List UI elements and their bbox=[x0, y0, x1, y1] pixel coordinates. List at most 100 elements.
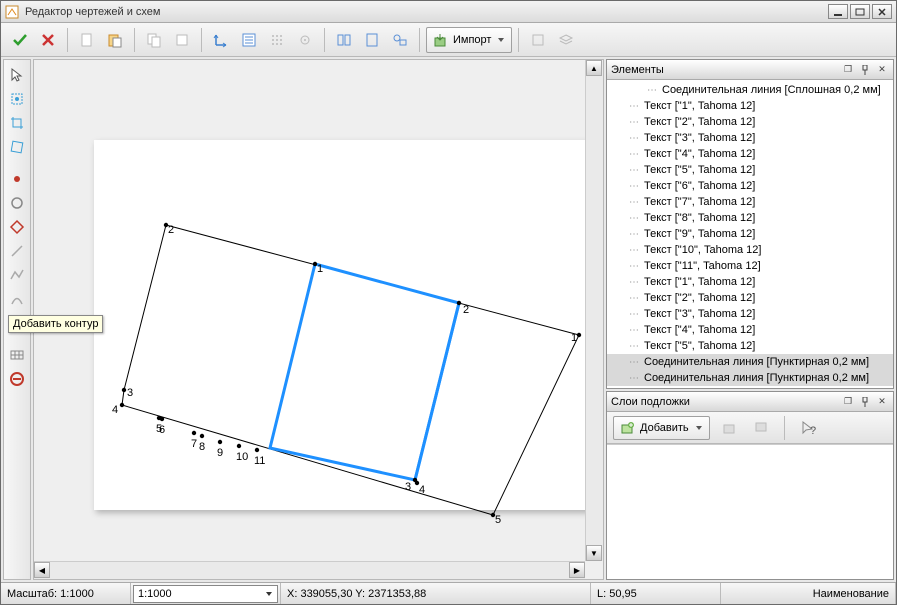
layer-up-button[interactable] bbox=[716, 415, 742, 441]
table-tool[interactable] bbox=[6, 344, 28, 366]
line-tool[interactable] bbox=[6, 240, 28, 262]
tree-row[interactable]: ⋯Текст ["1", Tahoma 12] bbox=[607, 98, 893, 114]
tree-connector-icon: ⋯ bbox=[629, 229, 638, 240]
scroll-left-icon[interactable]: ◀ bbox=[34, 562, 50, 578]
canvas-area[interactable]: 123455678910111234 ▲ ▼ ◀ ▶ bbox=[33, 59, 604, 580]
tree-item-label: Текст ["5", Tahoma 12] bbox=[644, 340, 755, 352]
svg-text:2: 2 bbox=[463, 304, 469, 316]
rotate-crop-tool[interactable] bbox=[6, 136, 28, 158]
layers-stack-button[interactable] bbox=[553, 27, 579, 53]
tree-row[interactable]: ⋯Соединительная линия [Пунктирная 0,2 мм… bbox=[607, 354, 893, 370]
tree-row[interactable]: ⋯Текст ["8", Tahoma 12] bbox=[607, 210, 893, 226]
copy2-button[interactable] bbox=[169, 27, 195, 53]
status-name-label: Наименование bbox=[721, 583, 896, 604]
body: Добавить контур 123455678910111234 ▲ ▼ ◀… bbox=[1, 57, 896, 582]
svg-text:3: 3 bbox=[127, 387, 133, 399]
polyline-tool[interactable] bbox=[6, 264, 28, 286]
svg-text:3: 3 bbox=[405, 481, 411, 493]
add-layer-dropdown[interactable]: Добавить bbox=[613, 416, 710, 440]
vertical-scrollbar[interactable]: ▲ ▼ bbox=[585, 60, 603, 561]
minimize-button[interactable] bbox=[828, 4, 848, 19]
horizontal-scrollbar[interactable]: ◀ ▶ bbox=[34, 561, 585, 579]
tree-row[interactable]: ⋯ Текст ["10", Tahoma 12] bbox=[607, 242, 893, 258]
panel-close-icon[interactable]: ✕ bbox=[875, 63, 889, 77]
panel-undock-icon[interactable]: ❐ bbox=[841, 395, 855, 409]
tree-row[interactable]: ⋯Текст ["4", Tahoma 12] bbox=[607, 322, 893, 338]
panel-pin-icon[interactable] bbox=[858, 395, 872, 409]
crop-tool[interactable] bbox=[6, 112, 28, 134]
tooltip-text: Добавить контур bbox=[13, 318, 98, 330]
status-coords: X: 339055,30 Y: 2371353,88 bbox=[281, 583, 591, 604]
layout-doc-button[interactable] bbox=[359, 27, 385, 53]
tree-row[interactable]: ⋯Текст ["6", Tahoma 12] bbox=[607, 178, 893, 194]
shapes-button[interactable] bbox=[387, 27, 413, 53]
tree-connector-icon: ⋯ bbox=[629, 245, 638, 256]
contour-tool[interactable] bbox=[6, 216, 28, 238]
tree-row[interactable]: ⋯Текст ["9", Tahoma 12] bbox=[607, 226, 893, 242]
maximize-button[interactable] bbox=[850, 4, 870, 19]
elements-tree[interactable]: ⋯Соединительная линия [Сплошная 0,2 мм]⋯… bbox=[607, 80, 893, 388]
status-scale-combo[interactable]: 1:1000 bbox=[131, 583, 281, 604]
layer-help-button[interactable]: ? bbox=[795, 415, 821, 441]
titlebar: Редактор чертежей и схем bbox=[1, 1, 896, 23]
axes-button[interactable] bbox=[208, 27, 234, 53]
elements-panel-title: Элементы bbox=[611, 64, 838, 76]
pointer-tool[interactable] bbox=[6, 64, 28, 86]
scroll-right-icon[interactable]: ▶ bbox=[569, 562, 585, 578]
svg-text:?: ? bbox=[810, 425, 816, 436]
tree-row[interactable]: ⋯Текст ["2", Tahoma 12] bbox=[607, 114, 893, 130]
svg-text:2: 2 bbox=[168, 224, 174, 236]
tree-item-label: Текст ["2", Tahoma 12] bbox=[644, 116, 755, 128]
close-button[interactable] bbox=[872, 4, 892, 19]
tree-row[interactable]: ⋯Текст ["2", Tahoma 12] bbox=[607, 290, 893, 306]
scroll-up-icon[interactable]: ▲ bbox=[586, 60, 602, 76]
paste-button[interactable] bbox=[102, 27, 128, 53]
add-icon bbox=[620, 421, 634, 435]
layout-h-button[interactable] bbox=[331, 27, 357, 53]
cancel-button[interactable] bbox=[35, 27, 61, 53]
toolbar-separator bbox=[134, 28, 135, 52]
tree-row[interactable]: ⋯Текст ["3", Tahoma 12] bbox=[607, 306, 893, 322]
panel-pin-icon[interactable] bbox=[858, 63, 872, 77]
new-doc-button[interactable] bbox=[74, 27, 100, 53]
tree-row[interactable]: ⋯Текст ["5", Tahoma 12] bbox=[607, 338, 893, 354]
tree-row[interactable]: ⋯Текст ["7", Tahoma 12] bbox=[607, 194, 893, 210]
circle-tool[interactable] bbox=[6, 192, 28, 214]
grid-dots-button[interactable] bbox=[264, 27, 290, 53]
svg-text:1: 1 bbox=[571, 332, 577, 344]
tree-item-label: Соединительная линия [Пунктирная 0,2 мм] bbox=[644, 356, 869, 368]
tree-connector-icon: ⋯ bbox=[629, 133, 638, 144]
tree-row[interactable]: ⋯Текст ["3", Tahoma 12] bbox=[607, 130, 893, 146]
tree-connector-icon: ⋯ bbox=[629, 101, 638, 112]
svg-text:10: 10 bbox=[236, 451, 248, 463]
tree-item-label: Текст ["1", Tahoma 12] bbox=[644, 276, 755, 288]
panel-close-icon[interactable]: ✕ bbox=[875, 395, 889, 409]
tree-connector-icon: ⋯ bbox=[629, 373, 638, 384]
point-tool[interactable] bbox=[6, 168, 28, 190]
delete-tool[interactable] bbox=[6, 368, 28, 390]
arc-tool[interactable] bbox=[6, 288, 28, 310]
toolbar-separator bbox=[67, 28, 68, 52]
layer-down-button[interactable] bbox=[748, 415, 774, 441]
tree-row[interactable]: ⋯Соединительная линия [Сплошная 0,2 мм] bbox=[607, 82, 893, 98]
tree-row[interactable]: ⋯Текст ["5", Tahoma 12] bbox=[607, 162, 893, 178]
panel-undock-icon[interactable]: ❐ bbox=[841, 63, 855, 77]
tree-row[interactable]: ⋯Текст ["4", Tahoma 12] bbox=[607, 146, 893, 162]
import-dropdown[interactable]: Импорт bbox=[426, 27, 512, 53]
accept-button[interactable] bbox=[7, 27, 33, 53]
export-button[interactable] bbox=[525, 27, 551, 53]
tree-row[interactable]: ⋯Текст ["1", Tahoma 12] bbox=[607, 274, 893, 290]
snap-button[interactable] bbox=[292, 27, 318, 53]
list-button[interactable] bbox=[236, 27, 262, 53]
tree-row[interactable]: ⋯Соединительная линия [Пунктирная 0,2 мм… bbox=[607, 370, 893, 386]
svg-text:9: 9 bbox=[217, 447, 223, 459]
select-rect-tool[interactable] bbox=[6, 88, 28, 110]
tree-row[interactable]: ⋯Текст ["11", Tahoma 12] bbox=[607, 258, 893, 274]
layers-list[interactable] bbox=[607, 444, 893, 579]
copy-button[interactable] bbox=[141, 27, 167, 53]
tree-item-label: Текст ["10", Tahoma 12] bbox=[644, 244, 761, 256]
tree-connector-icon: ⋯ bbox=[629, 213, 638, 224]
tree-item-label: Текст ["2", Tahoma 12] bbox=[644, 292, 755, 304]
app-icon bbox=[5, 5, 19, 19]
scroll-down-icon[interactable]: ▼ bbox=[586, 545, 602, 561]
